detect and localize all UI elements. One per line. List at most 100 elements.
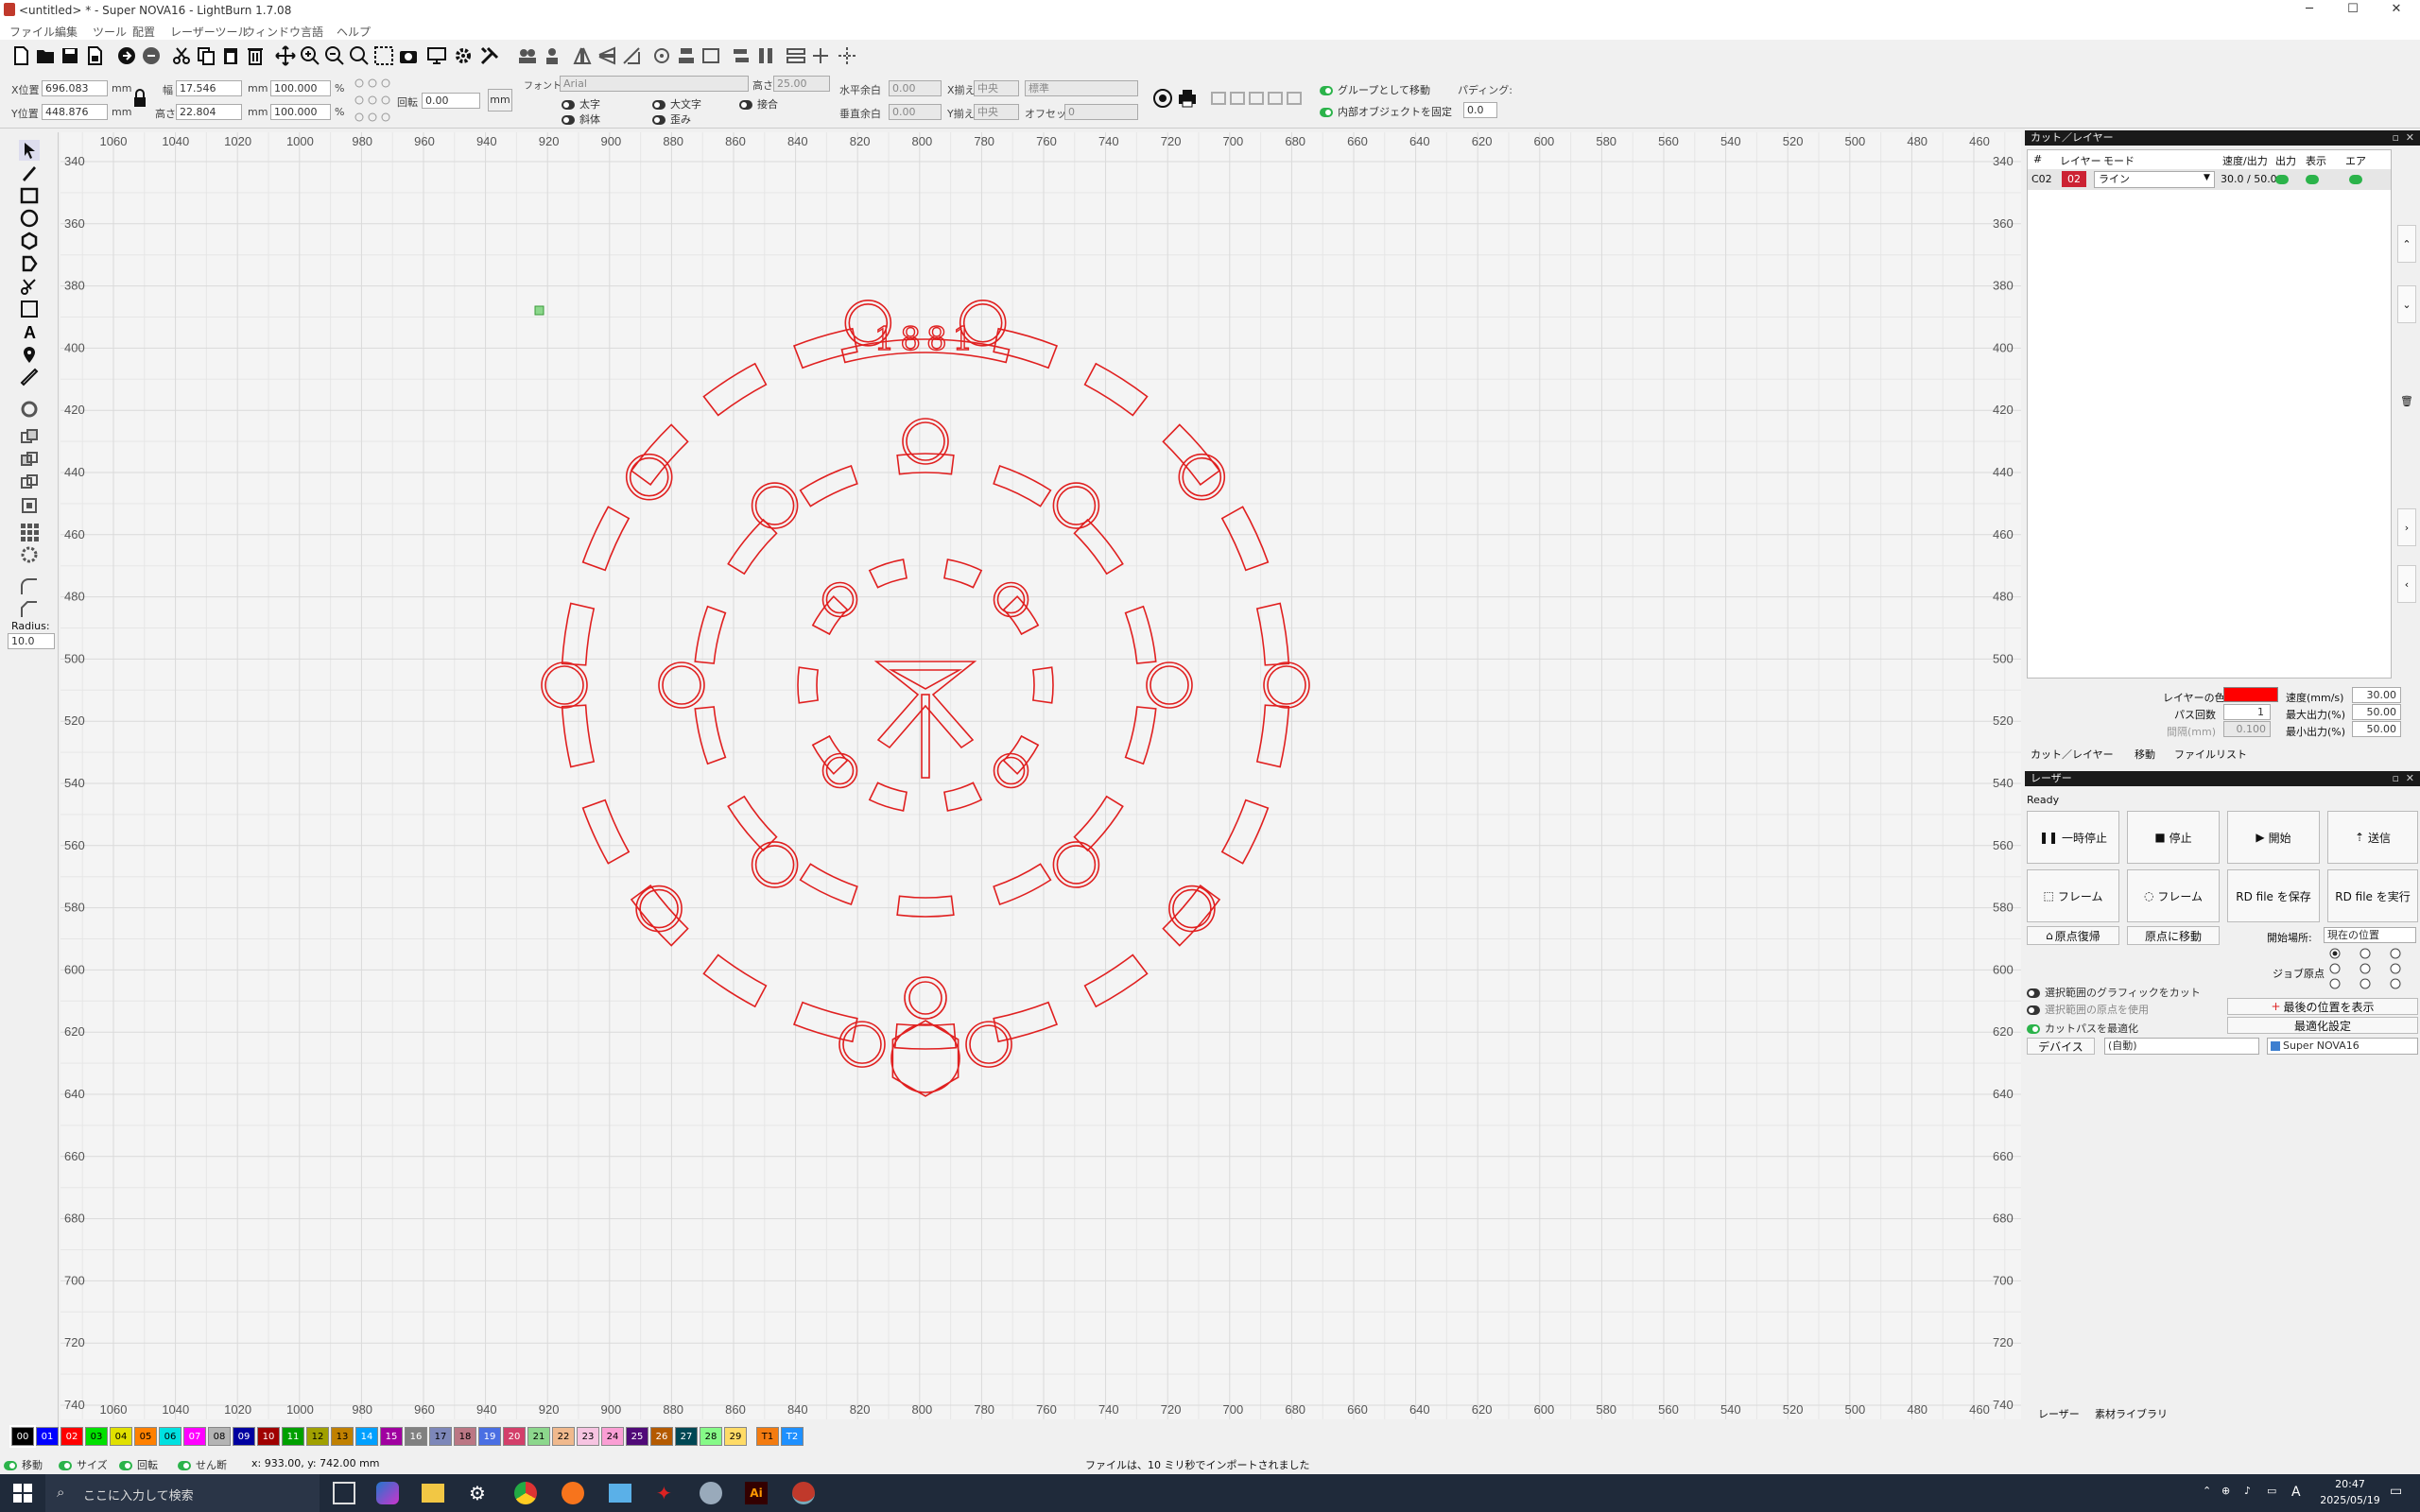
palette-swatch[interactable]: 27 [675,1427,698,1446]
tray-chevron-icon[interactable]: ⌃ [2203,1485,2211,1497]
laser-close-icon[interactable]: ✕ [2406,771,2414,786]
lock-icon[interactable] [132,89,147,108]
distribute-v-icon[interactable] [754,44,777,67]
app-red-icon[interactable]: ✦ [656,1482,672,1504]
palette-swatch[interactable]: 07 [183,1427,206,1446]
text-mode-select[interactable]: 標準 [1025,80,1138,96]
lock-inner-toggle[interactable]: 内部オブジェクトを固定 [1320,104,1452,119]
palette-swatch[interactable]: 24 [601,1427,624,1446]
show-toggle[interactable] [2306,175,2319,184]
position-pin-icon[interactable] [19,344,40,365]
network-icon[interactable]: ⊕ [2221,1485,2230,1497]
taskbar-time[interactable]: 20:47 [2322,1478,2378,1490]
save-icon[interactable] [59,44,81,67]
select-tool-icon[interactable] [19,140,40,161]
xalign-select[interactable]: 中央 [974,80,1019,96]
rotate-field[interactable]: 0.00 [422,93,480,109]
menu-laser-tools[interactable]: レーザーツール [170,24,250,40]
ellipse-tool-icon[interactable] [19,208,40,229]
distort-toggle[interactable]: 歪み [652,112,691,127]
circular-array-icon[interactable] [19,544,40,565]
layout-icon[interactable] [785,44,807,67]
palette-swatch[interactable]: 00 [9,1425,36,1448]
settings-gear-icon[interactable] [452,44,475,67]
speed-field[interactable]: 30.00 [2352,687,2401,703]
status-shear-toggle[interactable]: せん断 [178,1457,227,1472]
mirror-vertical-icon[interactable] [596,44,618,67]
palette-swatch[interactable]: 25 [626,1427,648,1446]
panel-close-icon[interactable]: ✕ [2406,130,2414,146]
send-button[interactable]: ⇡ 送信 [2327,811,2418,864]
home-button[interactable]: ⌂ 原点復帰 [2027,926,2119,945]
palette-swatch[interactable]: 17 [429,1427,452,1446]
chamfer-icon[interactable] [19,599,40,620]
shape-tool-icon[interactable] [19,253,40,274]
panel-float-icon[interactable]: ▫ [2393,130,2399,146]
menu-language[interactable]: 言語 [301,24,323,40]
zoom-fit-icon[interactable] [348,44,371,67]
artwork-top-text[interactable]: 1881 [873,319,979,358]
menu-window[interactable]: ウィンドウ [244,24,301,40]
machine-settings-icon[interactable] [478,44,501,67]
palette-swatch[interactable]: 01 [36,1427,59,1446]
status-size-switch[interactable] [59,1461,72,1470]
layer-color-chip[interactable]: 02 [2062,171,2086,187]
palette-swatch[interactable]: 09 [233,1427,255,1446]
frame-rect-button[interactable]: ⬚ フレーム [2027,869,2119,922]
scale-height-field[interactable]: 100.000 [270,104,331,120]
palette-swatch[interactable]: 15 [380,1427,403,1446]
status-rotate-toggle[interactable]: 回転 [119,1457,158,1472]
palette-swatch[interactable]: 03 [85,1427,108,1446]
volume-icon[interactable]: ♪ [2244,1485,2251,1497]
pen-tool-icon[interactable] [19,163,40,183]
align-tools-icon[interactable] [1210,87,1305,110]
file-explorer-icon[interactable] [422,1484,444,1503]
zoom-selection-icon[interactable] [372,44,395,67]
stop-button[interactable]: ■ 停止 [2127,811,2220,864]
frame-circle-button[interactable]: ◌ フレーム [2127,869,2220,922]
pause-button[interactable]: ❚❚ 一時停止 [2027,811,2119,864]
italic-toggle[interactable]: 斜体 [562,112,600,127]
interval-field[interactable]: 0.100 [2223,721,2271,737]
palette-swatch[interactable]: 14 [355,1427,378,1446]
palette-swatch[interactable]: 18 [454,1427,476,1446]
menu-edit[interactable]: 編集 [55,24,78,40]
union-tool-icon[interactable] [19,450,40,471]
copy-icon[interactable] [195,44,217,67]
cut-selected-switch[interactable] [2027,988,2040,998]
status-move-toggle[interactable]: 移動 [4,1457,43,1472]
device-port-select[interactable]: (自動) [2104,1038,2259,1055]
width-field[interactable]: 17.546 [176,80,242,96]
menu-help[interactable]: ヘルプ [337,24,371,40]
tab-file-list[interactable]: ファイルリスト [2174,747,2247,762]
chrome-icon[interactable] [514,1482,537,1504]
air-toggle[interactable] [2349,175,2362,184]
y-position-field[interactable]: 448.876 [42,104,108,120]
firefox-icon[interactable] [562,1482,584,1504]
illustrator-icon[interactable]: Ai [745,1482,768,1504]
palette-swatch[interactable]: 08 [208,1427,231,1446]
distort-toggle-switch[interactable] [652,115,666,125]
design-canvas[interactable]: 1060 1040 1020 1000 980 960 940 920 900 880 860 840… [60,132,2021,1419]
uppercase-toggle[interactable]: 大文字 [652,96,701,112]
use-selection-origin-toggle[interactable]: 選択範囲の原点を使用 [2027,1002,2149,1017]
palette-swatch[interactable]: 02 [60,1427,83,1446]
bold-toggle[interactable]: 太字 [562,96,600,112]
tab-material-library[interactable]: 素材ライブラリ [2095,1406,2168,1421]
printer-icon[interactable] [1176,87,1199,110]
new-file-icon[interactable] [9,44,32,67]
snap-icon[interactable] [809,44,832,67]
delete-icon[interactable] [244,44,267,67]
import-icon[interactable] [115,44,138,67]
palette-swatch[interactable]: 29 [724,1427,747,1446]
layer-color-swatch[interactable] [2223,687,2278,702]
layer-row[interactable]: C02 02 ライン ▼ 30.0 / 50.0 [2028,169,2391,190]
text-height-field[interactable]: 25.00 [773,76,830,92]
font-select[interactable]: Arial [560,76,749,92]
monitor-icon[interactable] [425,44,448,67]
grid-array-icon[interactable] [19,522,40,542]
offset-tool-icon[interactable] [19,399,40,420]
minimize-button[interactable]: ─ [2288,0,2331,19]
palette-swatch[interactable]: 13 [331,1427,354,1446]
frame-tool-icon[interactable] [19,299,40,319]
